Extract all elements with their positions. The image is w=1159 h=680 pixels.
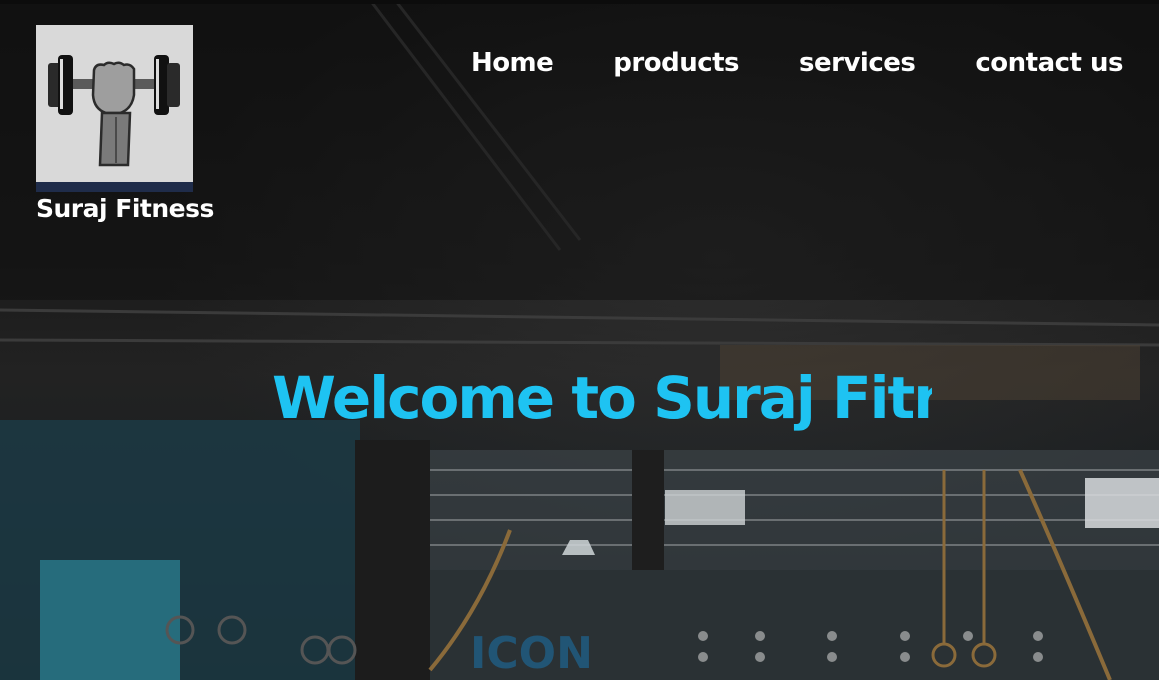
main-nav: Home products services contact us <box>471 48 1124 78</box>
brand-name: Suraj Fitness <box>36 194 214 223</box>
nav-products-link[interactable]: products <box>613 48 739 78</box>
hero-headline: Welcome to Suraj Fitness <box>272 364 932 432</box>
nav-home-link[interactable]: Home <box>471 48 554 78</box>
logo[interactable] <box>36 25 193 192</box>
hero-headline-container: Welcome to Suraj Fitness <box>272 358 932 438</box>
nav-services-link[interactable]: services <box>799 48 916 78</box>
svg-text:ICON: ICON <box>470 628 593 679</box>
dumbbell-fist-icon <box>48 55 180 167</box>
logo-watermark-strip <box>36 182 193 192</box>
top-border <box>0 0 1159 4</box>
nav-contact-link[interactable]: contact us <box>975 48 1123 78</box>
